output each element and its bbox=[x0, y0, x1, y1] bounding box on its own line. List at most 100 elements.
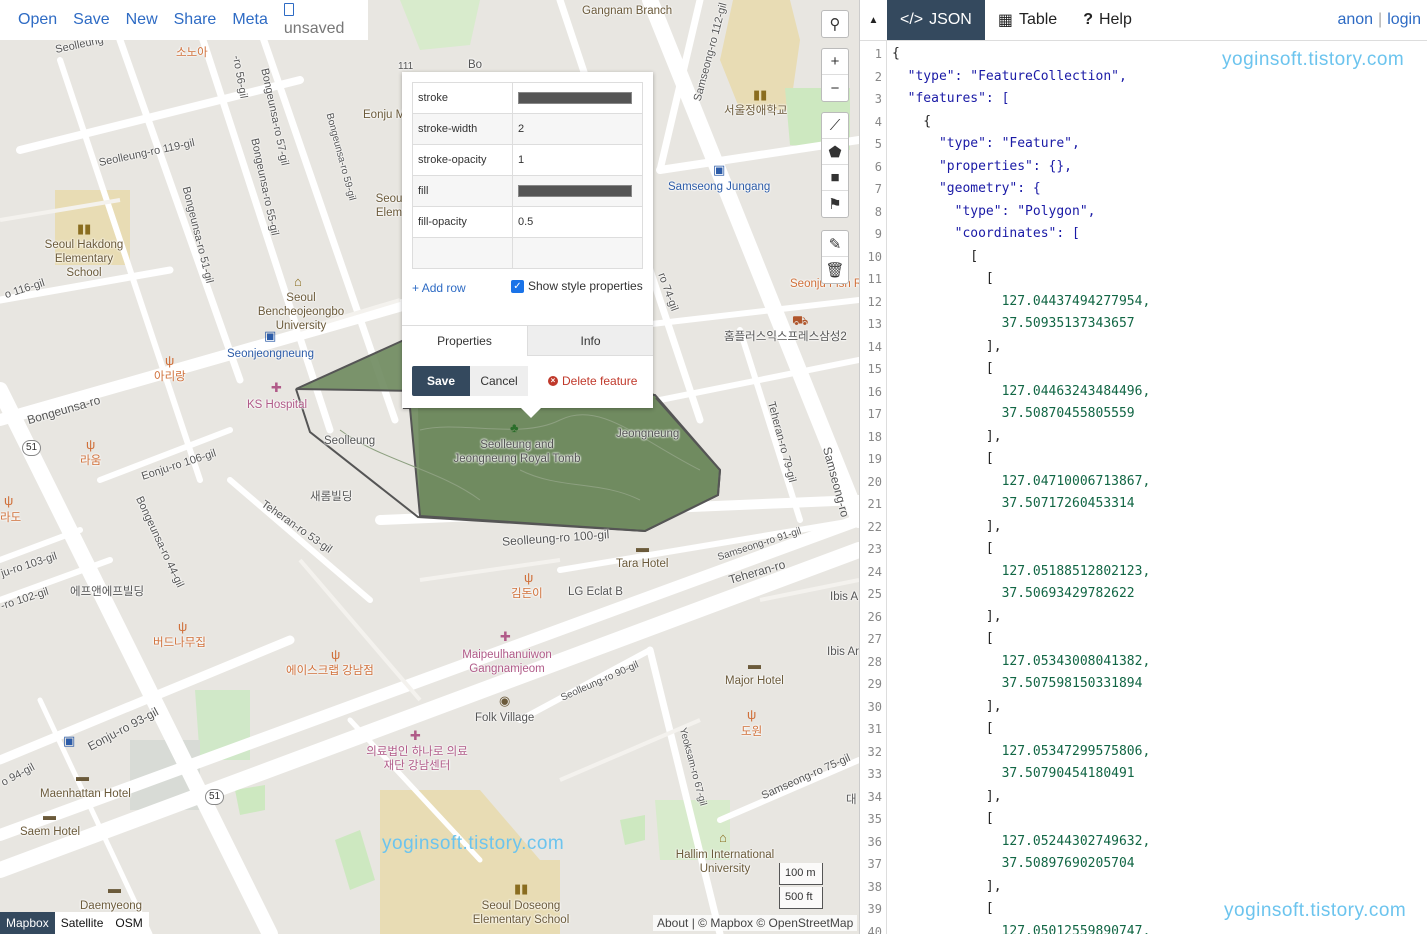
login-link[interactable]: login bbox=[1387, 11, 1421, 29]
add-row-link[interactable]: + Add row bbox=[412, 278, 472, 298]
property-value-field[interactable]: 2 bbox=[512, 113, 643, 145]
draw-line-icon[interactable]: ⟋ bbox=[822, 113, 848, 139]
property-value-field[interactable] bbox=[512, 175, 643, 207]
show-style-label: Show style properties bbox=[528, 279, 643, 293]
tab-help[interactable]: ? Help bbox=[1070, 0, 1145, 40]
draw-rectangle-icon[interactable]: ■ bbox=[822, 165, 848, 191]
tab-properties[interactable]: Properties bbox=[402, 326, 527, 356]
edit-icon[interactable]: ✎ bbox=[822, 231, 848, 257]
draw-polygon-icon[interactable]: ⬟ bbox=[822, 139, 848, 165]
property-value-field[interactable]: 0.5 bbox=[512, 206, 643, 238]
line-number: 38 bbox=[867, 879, 882, 894]
code-line: 37.50693429782622 bbox=[892, 586, 1135, 601]
restaurant-icon: ψ bbox=[524, 570, 534, 585]
tab-json[interactable]: </> JSON bbox=[887, 0, 985, 40]
code-line: "type": "Feature", bbox=[892, 136, 1080, 151]
property-value-field[interactable] bbox=[512, 82, 643, 114]
poi-label: KS Hospital bbox=[247, 399, 308, 411]
layer-satellite[interactable]: Satellite bbox=[54, 912, 110, 934]
property-key-field[interactable] bbox=[412, 237, 513, 269]
trash-icon[interactable]: 🗑 bbox=[822, 257, 848, 283]
poi-label: Eonju M bbox=[363, 109, 406, 121]
code-line: [ bbox=[892, 451, 994, 466]
code-line: "properties": {}, bbox=[892, 158, 1073, 174]
line-number: 20 bbox=[867, 474, 882, 489]
restaurant-icon: ψ bbox=[4, 493, 14, 508]
code-line: [ bbox=[892, 811, 994, 826]
property-value-field[interactable] bbox=[512, 237, 643, 269]
zoom-in-icon[interactable]: + bbox=[822, 49, 848, 75]
route-shield: 51 bbox=[22, 440, 42, 456]
new-button[interactable]: New bbox=[118, 11, 166, 29]
code-line: 127.05343008041382, bbox=[892, 653, 1151, 669]
collapse-arrow-icon[interactable]: ▲ bbox=[860, 0, 887, 40]
university-icon: ⌂ bbox=[719, 830, 727, 845]
restaurant-icon: ψ bbox=[178, 619, 188, 634]
tab-help-label: Help bbox=[1098, 11, 1132, 28]
line-number: 24 bbox=[867, 564, 882, 579]
color-swatch[interactable] bbox=[518, 92, 632, 104]
zoom-out-icon[interactable]: − bbox=[822, 75, 848, 101]
color-swatch[interactable] bbox=[518, 185, 632, 197]
property-key-field[interactable]: fill bbox=[412, 175, 513, 207]
tab-info[interactable]: Info bbox=[527, 326, 653, 356]
delete-feature-button[interactable]: × Delete feature bbox=[548, 374, 637, 388]
poi-label: Maipeulhanuiwon Gangnamjeom bbox=[462, 649, 552, 675]
code-line: { bbox=[892, 113, 932, 129]
poi-label: 의료법인 하나로 의료재단 강남센터 bbox=[366, 746, 468, 772]
code-line: [ bbox=[892, 721, 994, 736]
search-icon[interactable]: ⚲ bbox=[822, 11, 848, 37]
property-key-field[interactable]: stroke bbox=[412, 82, 513, 114]
edit-control: ✎ 🗑 bbox=[821, 230, 849, 284]
checkbox-checked-icon[interactable]: ✓ bbox=[511, 279, 524, 293]
property-key-field[interactable]: fill-opacity bbox=[412, 206, 513, 238]
property-value-field[interactable]: 1 bbox=[512, 144, 643, 176]
line-number: 30 bbox=[867, 699, 882, 714]
save-button[interactable]: Save bbox=[65, 11, 117, 29]
tab-table[interactable]: ▦ Table bbox=[985, 0, 1070, 40]
map-canvas[interactable]: Seolleung 소노아 -ro 56-gil Bongeunsa-ro 57… bbox=[0, 0, 859, 934]
show-style-toggle[interactable]: ✓ Show style properties bbox=[511, 279, 643, 293]
popup-save-button[interactable]: Save bbox=[412, 366, 470, 396]
code-line: [ bbox=[892, 631, 994, 646]
code-line: "coordinates": [ bbox=[892, 226, 1080, 241]
meta-button[interactable]: Meta bbox=[224, 11, 276, 29]
json-editor[interactable]: 1 2 3 4 5 6 7 8 9 10 11 12 13 14 15 16 17 18 19 20 21 22 23 24 2… bbox=[860, 40, 1427, 934]
line-number: 1 bbox=[874, 47, 882, 61]
line-number: 27 bbox=[867, 632, 882, 646]
code-line: 127.05347299575806, bbox=[892, 743, 1151, 759]
route-shield: 51 bbox=[205, 789, 225, 805]
poi-label: 에프앤에프빌딩 bbox=[70, 586, 145, 598]
attribution[interactable]: About | © Mapbox © OpenStreetMap bbox=[653, 915, 858, 931]
poi-label: Ibis A bbox=[830, 591, 859, 603]
line-number: 33 bbox=[867, 767, 882, 781]
code-line: { bbox=[892, 46, 900, 61]
anon-link[interactable]: anon bbox=[1337, 11, 1373, 29]
popup-cancel-button[interactable]: Cancel bbox=[470, 366, 528, 396]
draw-marker-icon[interactable]: ⚑ bbox=[822, 191, 848, 217]
poi-label: Hallim International University bbox=[675, 849, 775, 875]
line-number: 18 bbox=[867, 429, 882, 444]
code-line: ], bbox=[892, 518, 1002, 534]
line-number: 2 bbox=[874, 69, 882, 84]
poi-label: 에이스크랩 강남점 bbox=[286, 665, 374, 677]
open-button[interactable]: Open bbox=[10, 11, 65, 29]
park-label: Seolleung and Jeongneung Royal Tomb bbox=[453, 439, 581, 465]
poi-label: Seou Elem bbox=[375, 193, 403, 219]
code-line: [ bbox=[892, 248, 979, 264]
hotel-icon: ▬ bbox=[108, 881, 121, 896]
hotel-icon: ▬ bbox=[748, 657, 761, 672]
popup-actions: Save Cancel × Delete feature bbox=[412, 366, 637, 396]
watermark: yoginsoft.tistory.com bbox=[382, 833, 565, 854]
share-button[interactable]: Share bbox=[166, 11, 225, 29]
code-line: [ bbox=[892, 541, 994, 556]
hospital-icon: ✚ bbox=[271, 380, 282, 395]
property-key-field[interactable]: stroke-opacity bbox=[412, 144, 513, 176]
poi-label: 홈플러스익스프레스삼성2 bbox=[724, 331, 847, 343]
property-key-field[interactable]: stroke-width bbox=[412, 113, 513, 145]
code-line: ], bbox=[892, 608, 1002, 624]
feature-popup: stroke stroke-width 2 stroke-opacity 1 fill fi… bbox=[402, 72, 653, 418]
layer-mapbox[interactable]: Mapbox bbox=[0, 912, 55, 934]
line-number: 29 bbox=[867, 677, 882, 691]
layer-osm[interactable]: OSM bbox=[109, 912, 149, 934]
